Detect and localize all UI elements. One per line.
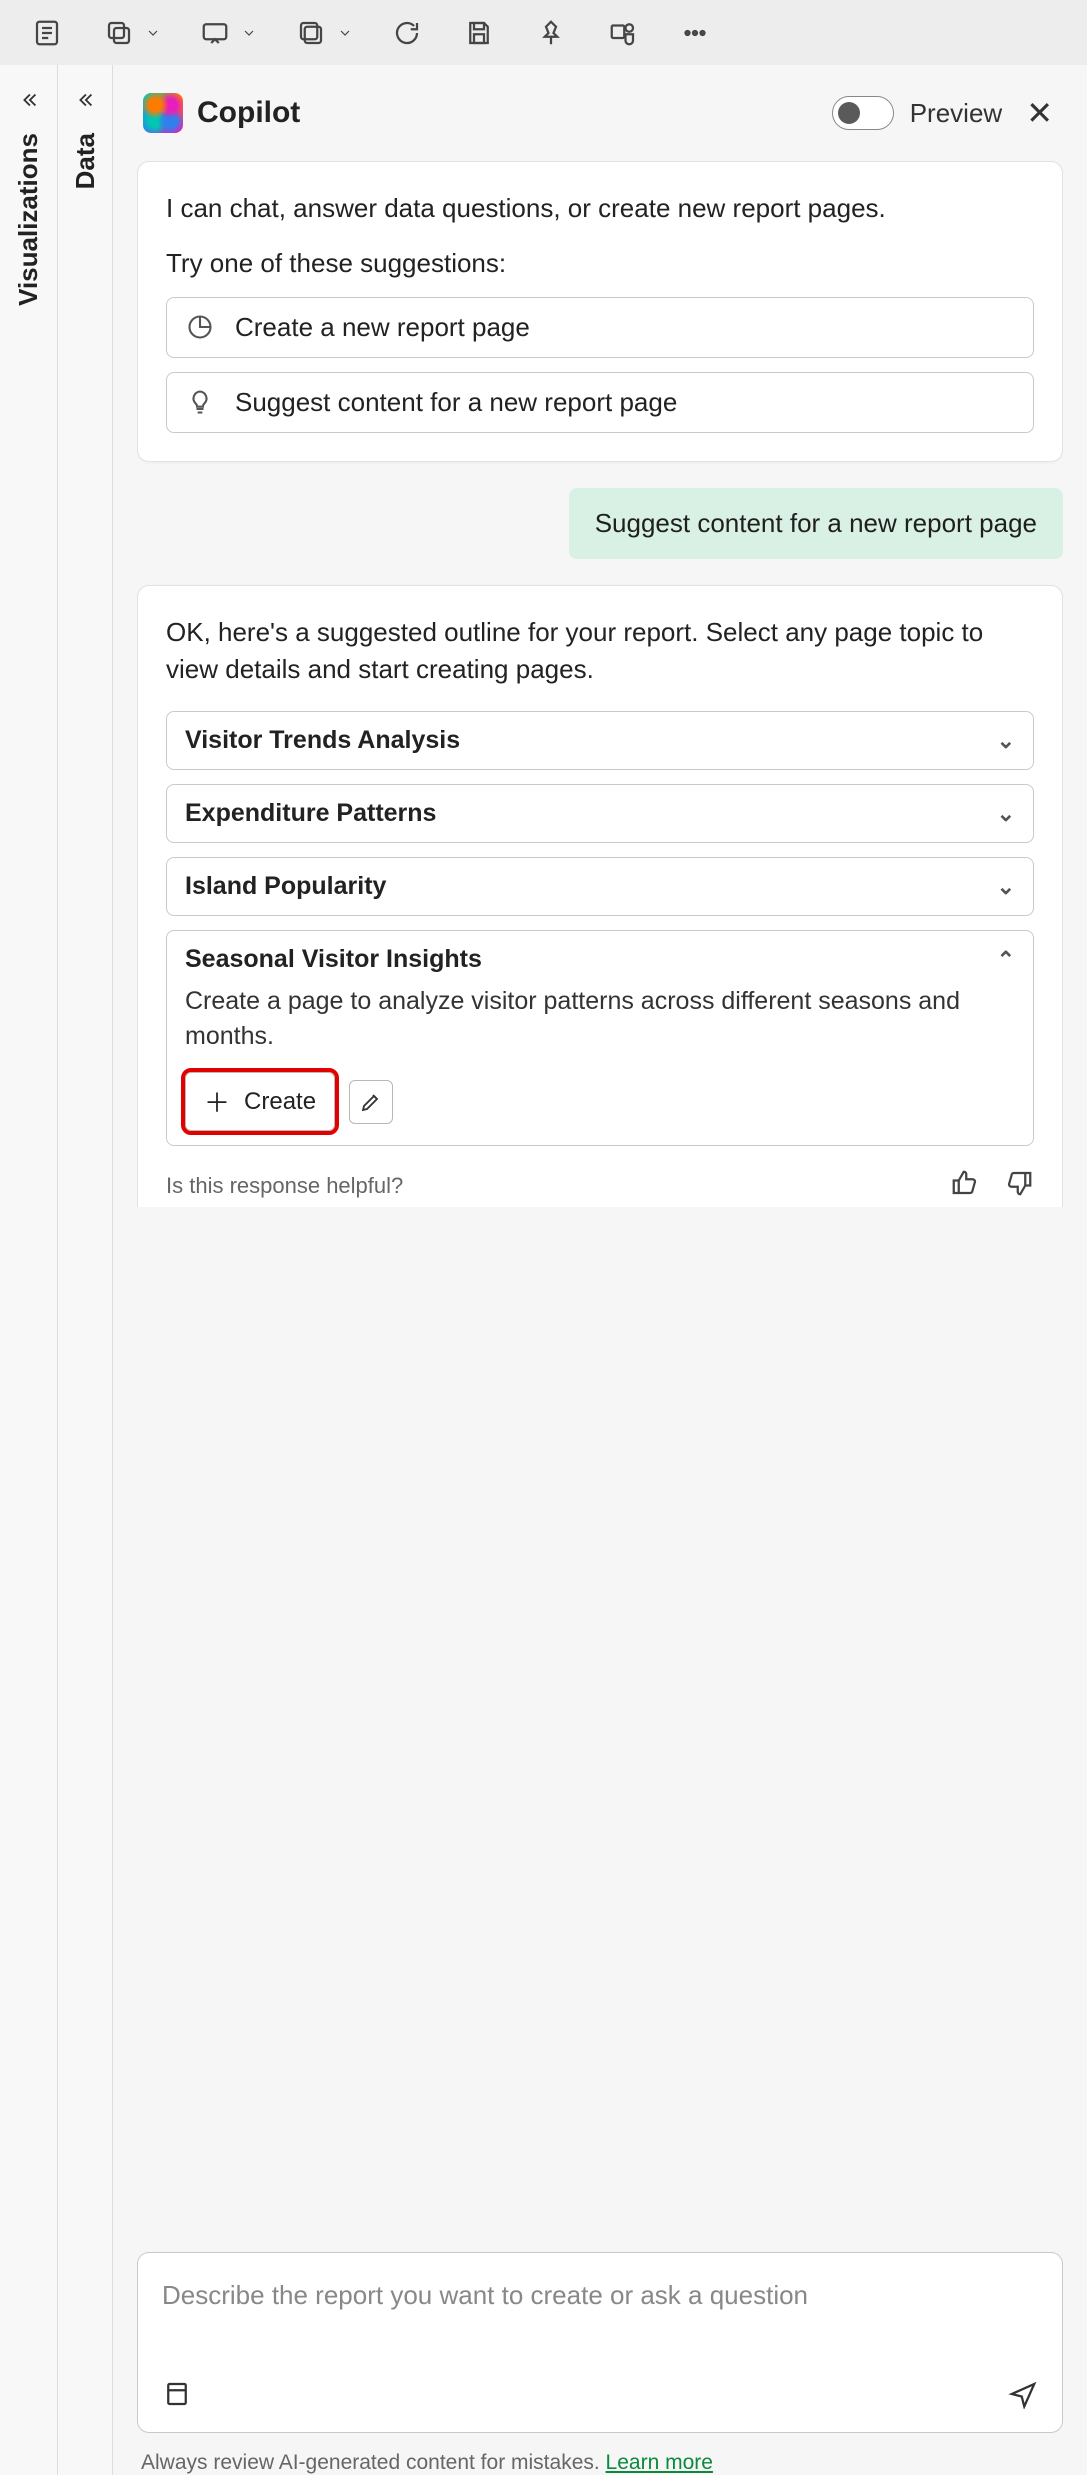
ribbon-copy-chevron-icon[interactable] [144,14,162,52]
suggestion-create-report[interactable]: Create a new report page [166,297,1034,358]
response-card: OK, here's a suggested outline for your … [137,585,1063,1207]
thumbs-down-icon[interactable] [1004,1168,1034,1203]
topic-visitor-trends[interactable]: Visitor Trends Analysis ⌄ [166,711,1034,770]
create-button[interactable]: ＋ Create [185,1072,335,1131]
ribbon-present-icon[interactable] [196,14,234,52]
ribbon-save-icon[interactable] [460,14,498,52]
plus-icon: ＋ [204,1083,230,1120]
data-source-icon[interactable] [162,2379,192,2414]
ribbon-duplicate-chevron-icon[interactable] [336,14,354,52]
response-intro: OK, here's a suggested outline for your … [166,614,1034,689]
topic-description: Create a page to analyze visitor pattern… [185,984,1015,1054]
pie-chart-icon [185,312,215,342]
ribbon-copy-icon[interactable] [100,14,138,52]
create-button-label: Create [244,1088,316,1116]
topic-island-popularity[interactable]: Island Popularity ⌄ [166,857,1034,916]
disclaimer-text: Always review AI-generated content for m… [141,2451,606,2474]
ribbon-teams-icon[interactable] [604,14,642,52]
collapse-icon[interactable] [70,85,100,115]
suggestion-label: Suggest content for a new report page [235,387,677,418]
chevron-down-icon: ⌄ [997,874,1015,900]
edit-button[interactable] [349,1080,393,1124]
ribbon-duplicate-icon[interactable] [292,14,330,52]
ribbon-outline-icon[interactable] [28,14,66,52]
topic-seasonal-insights[interactable]: Seasonal Visitor Insights ⌃ Create a pag… [166,930,1034,1146]
rail-data[interactable]: Data [58,65,113,2475]
send-icon[interactable] [1008,2379,1038,2414]
topic-title: Seasonal Visitor Insights [185,945,482,974]
chevron-up-icon: ⌃ [997,947,1015,973]
intro-text: I can chat, answer data questions, or cr… [166,190,1034,228]
composer[interactable]: Describe the report you want to create o… [137,2252,1063,2433]
chevron-down-icon: ⌄ [997,801,1015,827]
user-message: Suggest content for a new report page [569,488,1063,559]
thumbs-up-icon[interactable] [950,1168,980,1203]
chevron-down-icon: ⌄ [997,728,1015,754]
collapse-icon[interactable] [14,85,44,115]
intro-card: I can chat, answer data questions, or cr… [137,161,1063,462]
composer-input[interactable]: Describe the report you want to create o… [162,2277,1038,2357]
copilot-header: Copilot Preview ✕ [137,65,1063,161]
topic-title: Visitor Trends Analysis [185,726,460,755]
topic-expenditure-patterns[interactable]: Expenditure Patterns ⌄ [166,784,1034,843]
ribbon [0,0,1087,65]
lightbulb-icon [185,387,215,417]
ribbon-refresh-icon[interactable] [388,14,426,52]
topic-title: Expenditure Patterns [185,799,436,828]
feedback-question: Is this response helpful? [166,1173,403,1199]
rail-visualizations[interactable]: Visualizations [0,65,58,2475]
preview-label: Preview [910,98,1002,129]
disclaimer: Always review AI-generated content for m… [137,2433,1063,2475]
suggestion-label: Create a new report page [235,312,530,343]
learn-more-link[interactable]: Learn more [606,2451,713,2474]
suggestion-suggest-content[interactable]: Suggest content for a new report page [166,372,1034,433]
ribbon-present-chevron-icon[interactable] [240,14,258,52]
copilot-logo-icon [143,93,183,133]
copilot-pane: Copilot Preview ✕ I can chat, answer dat… [113,65,1087,2475]
ribbon-pin-icon[interactable] [532,14,570,52]
ribbon-more-icon[interactable] [676,14,714,52]
topic-title: Island Popularity [185,872,386,901]
preview-toggle[interactable] [832,96,894,130]
copilot-title: Copilot [197,96,832,130]
pencil-icon [359,1090,383,1114]
close-icon[interactable]: ✕ [1022,93,1057,133]
try-text: Try one of these suggestions: [166,248,1034,279]
rail-data-label: Data [70,133,101,189]
rail-visualizations-label: Visualizations [13,133,44,306]
